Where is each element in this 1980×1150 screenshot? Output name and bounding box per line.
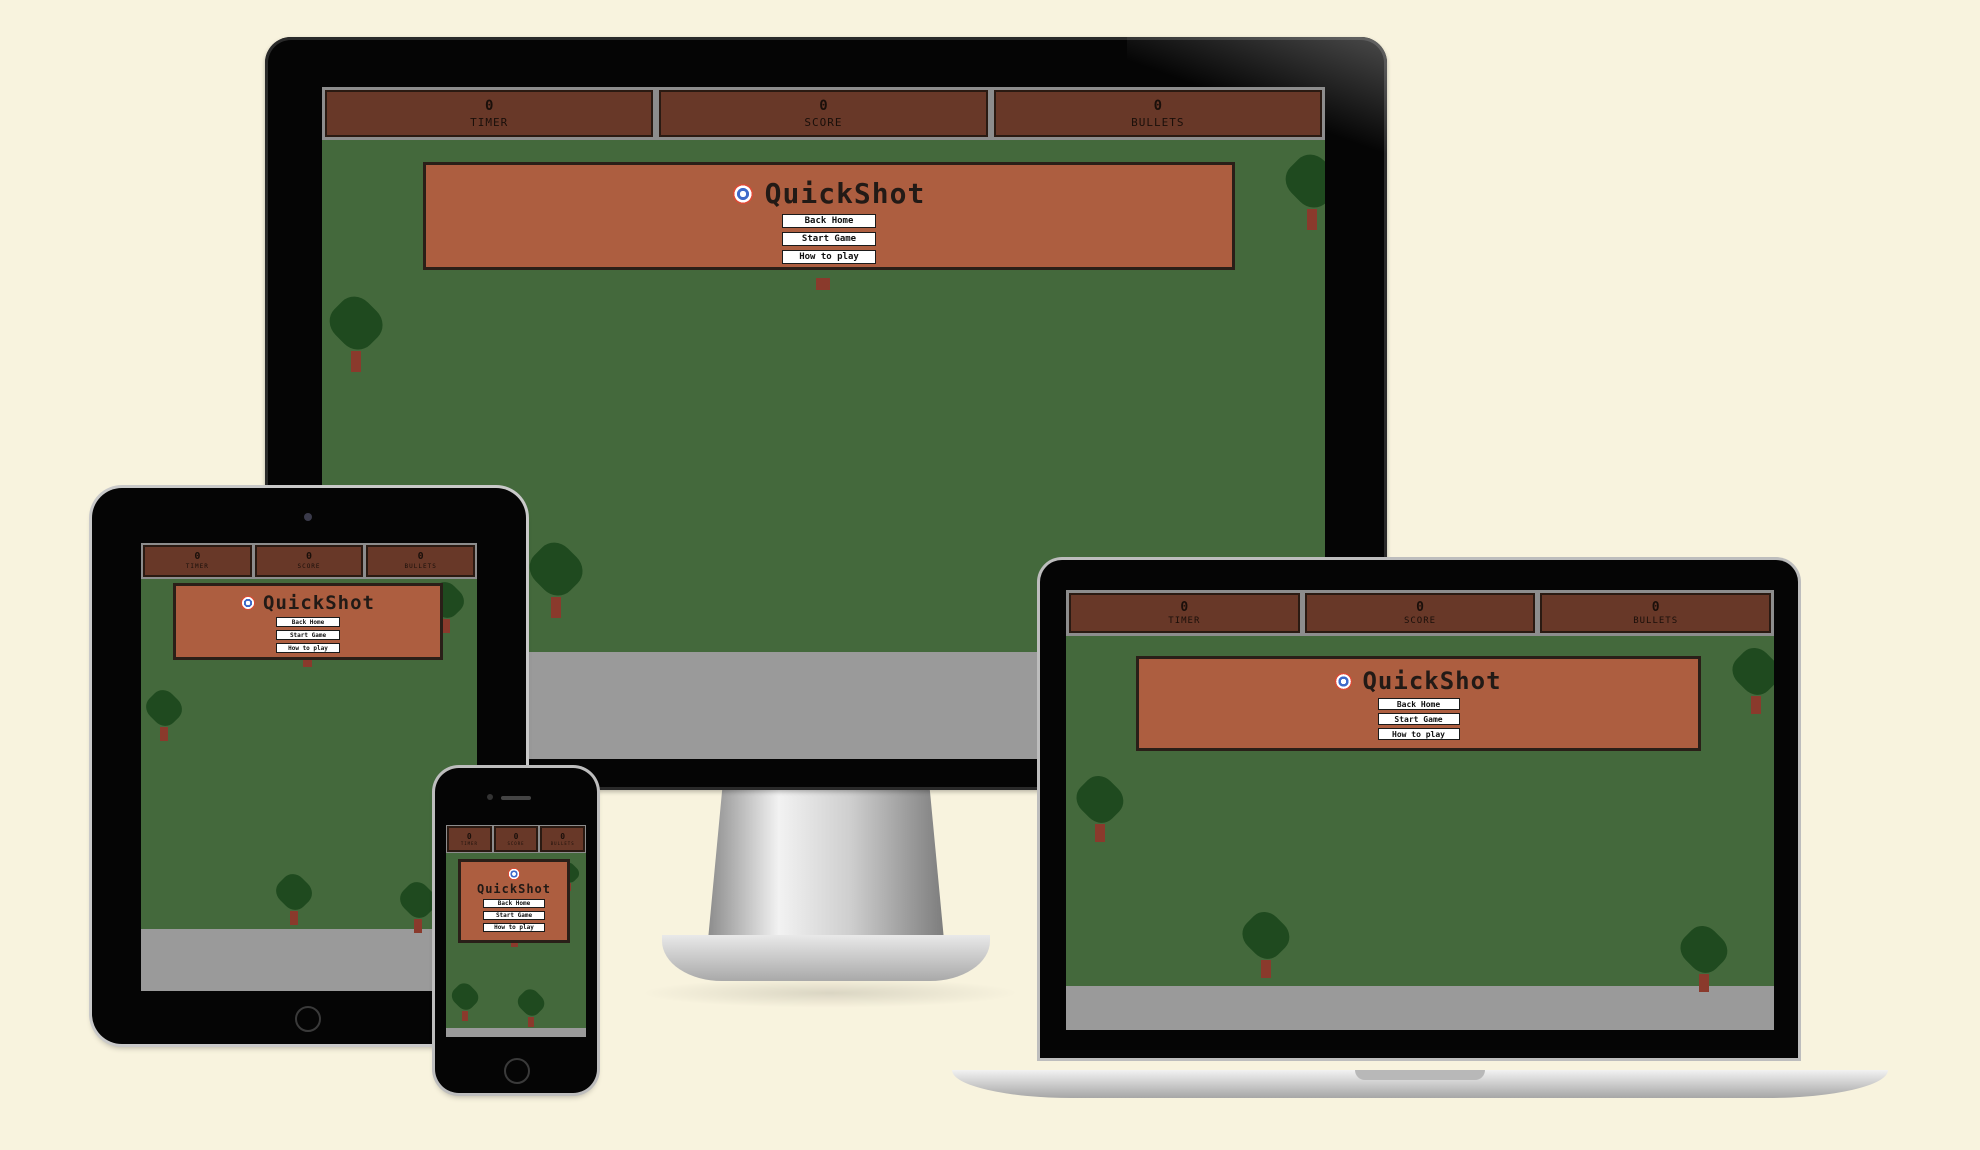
laptop-notch <box>1355 1070 1485 1080</box>
score-value: 0 <box>305 551 313 562</box>
bullets-value: 0 <box>1651 599 1660 615</box>
start-menu: QuickShot Back Home Start Game How to pl… <box>423 162 1235 270</box>
score-label: SCORE <box>1403 615 1437 626</box>
tree <box>270 869 318 925</box>
game-title: QuickShot <box>1335 667 1501 695</box>
bullets-stat: 0 BULLETS <box>540 826 586 852</box>
tree <box>447 979 483 1021</box>
stats-bar: 0 TIMER 0 SCORE 0 BULLETS <box>141 543 477 579</box>
phone: 0 TIMER 0 SCORE 0 BULLETS QuickShot Back… <box>435 768 597 1093</box>
start-menu: QuickShot Back Home Start Game How to pl… <box>1136 656 1701 751</box>
tree <box>521 535 591 618</box>
start-game-button[interactable]: Start Game <box>782 232 876 246</box>
timer-label: TIMER <box>470 116 509 129</box>
score-value: 0 <box>513 831 519 841</box>
laptop: 0 TIMER 0 SCORE 0 BULLETS QuickShot Back… <box>1040 560 1798 1058</box>
monitor-stand <box>708 790 944 940</box>
how-to-play-button[interactable]: How to play <box>1377 728 1460 740</box>
phone-home-button <box>504 1058 530 1084</box>
monitor-stand-base <box>662 935 990 981</box>
tree <box>141 685 188 741</box>
bullets-stat: 0 BULLETS <box>993 90 1322 137</box>
timer-value: 0 <box>194 551 201 562</box>
bullets-value: 0 <box>417 551 424 562</box>
start-menu: QuickShot Back Home Start Game How to pl… <box>173 583 443 660</box>
stand-shadow <box>640 978 1020 1008</box>
tree <box>1674 919 1734 992</box>
start-game-button[interactable]: Start Game <box>483 911 545 920</box>
timer-stat: 0 TIMER <box>325 90 654 137</box>
game-title-text: QuickShot <box>476 882 552 896</box>
score-label: SCORE <box>804 116 843 129</box>
bullets-stat: 0 BULLETS <box>366 545 476 577</box>
target-icon <box>1335 672 1353 690</box>
timer-stat: 0 TIMER <box>1069 593 1300 633</box>
game-title: QuickShot <box>732 177 926 210</box>
score-stat: 0 SCORE <box>254 545 364 577</box>
timer-value: 0 <box>1180 599 1189 615</box>
phone-screen: 0 TIMER 0 SCORE 0 BULLETS QuickShot Back… <box>446 825 586 1037</box>
menu-stem <box>816 278 830 290</box>
game-title: QuickShot <box>241 592 375 614</box>
tree <box>322 289 391 372</box>
back-home-button[interactable]: Back Home <box>1377 698 1460 710</box>
score-value: 0 <box>1416 599 1424 615</box>
timer-label: TIMER <box>460 840 478 846</box>
play-field: QuickShot Back Home Start Game How to pl… <box>1066 636 1774 992</box>
tree <box>1070 769 1130 842</box>
score-stat: 0 SCORE <box>659 90 988 137</box>
tablet-screen: 0 TIMER 0 SCORE 0 BULLETS QuickShot Back… <box>141 543 477 991</box>
timer-stat: 0 TIMER <box>447 826 492 852</box>
target-icon <box>732 183 753 204</box>
laptop-screen: 0 TIMER 0 SCORE 0 BULLETS QuickShot Back… <box>1066 590 1774 1030</box>
stats-bar: 0 TIMER 0 SCORE 0 BULLETS <box>322 87 1325 140</box>
score-label: SCORE <box>297 563 321 570</box>
timer-value: 0 <box>484 98 494 114</box>
score-value: 0 <box>819 98 828 114</box>
back-home-button[interactable]: Back Home <box>483 899 545 908</box>
bullets-label: BULLETS <box>1131 116 1185 129</box>
timer-stat: 0 TIMER <box>143 545 252 577</box>
menu-stem <box>303 659 312 667</box>
timer-label: TIMER <box>185 563 209 570</box>
start-game-button[interactable]: Start Game <box>1377 713 1460 725</box>
play-field: QuickShot Back Home Start Game How to pl… <box>141 577 477 933</box>
bullets-label: BULLETS <box>550 840 575 846</box>
tree <box>513 985 549 1027</box>
back-home-button[interactable]: Back Home <box>276 617 340 627</box>
how-to-play-button[interactable]: How to play <box>782 250 876 264</box>
target-icon <box>508 868 520 880</box>
game-title-text: QuickShot <box>1362 667 1502 695</box>
back-home-button[interactable]: Back Home <box>782 214 876 228</box>
tablet-camera <box>304 513 312 521</box>
game-title-text: QuickShot <box>263 592 375 614</box>
bullets-label: BULLETS <box>1633 615 1679 626</box>
stats-bar: 0 TIMER 0 SCORE 0 BULLETS <box>446 825 586 853</box>
phone-speaker <box>501 796 531 800</box>
bullets-stat: 0 BULLETS <box>1540 593 1772 633</box>
score-stat: 0 SCORE <box>493 826 539 852</box>
target-icon <box>241 596 256 610</box>
how-to-play-button[interactable]: How to play <box>276 643 340 653</box>
start-game-button[interactable]: Start Game <box>276 630 340 640</box>
start-menu: QuickShot Back Home Start Game How to pl… <box>458 859 570 943</box>
how-to-play-button[interactable]: How to play <box>483 923 545 932</box>
game-title-text: QuickShot <box>764 177 926 210</box>
bullets-value: 0 <box>1153 98 1163 114</box>
play-field: QuickShot Back Home Start Game How to pl… <box>446 853 586 1028</box>
game-title: QuickShot <box>477 868 551 896</box>
phone-camera <box>487 794 493 800</box>
stats-bar: 0 TIMER 0 SCORE 0 BULLETS <box>1066 590 1774 636</box>
score-stat: 0 SCORE <box>1304 593 1536 633</box>
tablet-home-button <box>295 1006 321 1032</box>
bullets-label: BULLETS <box>404 563 437 570</box>
timer-value: 0 <box>466 831 472 841</box>
tree <box>1277 147 1325 230</box>
tree <box>1236 905 1296 978</box>
score-label: SCORE <box>507 840 525 846</box>
bullets-value: 0 <box>560 831 566 841</box>
timer-label: TIMER <box>1168 615 1201 626</box>
tree <box>1726 641 1774 714</box>
